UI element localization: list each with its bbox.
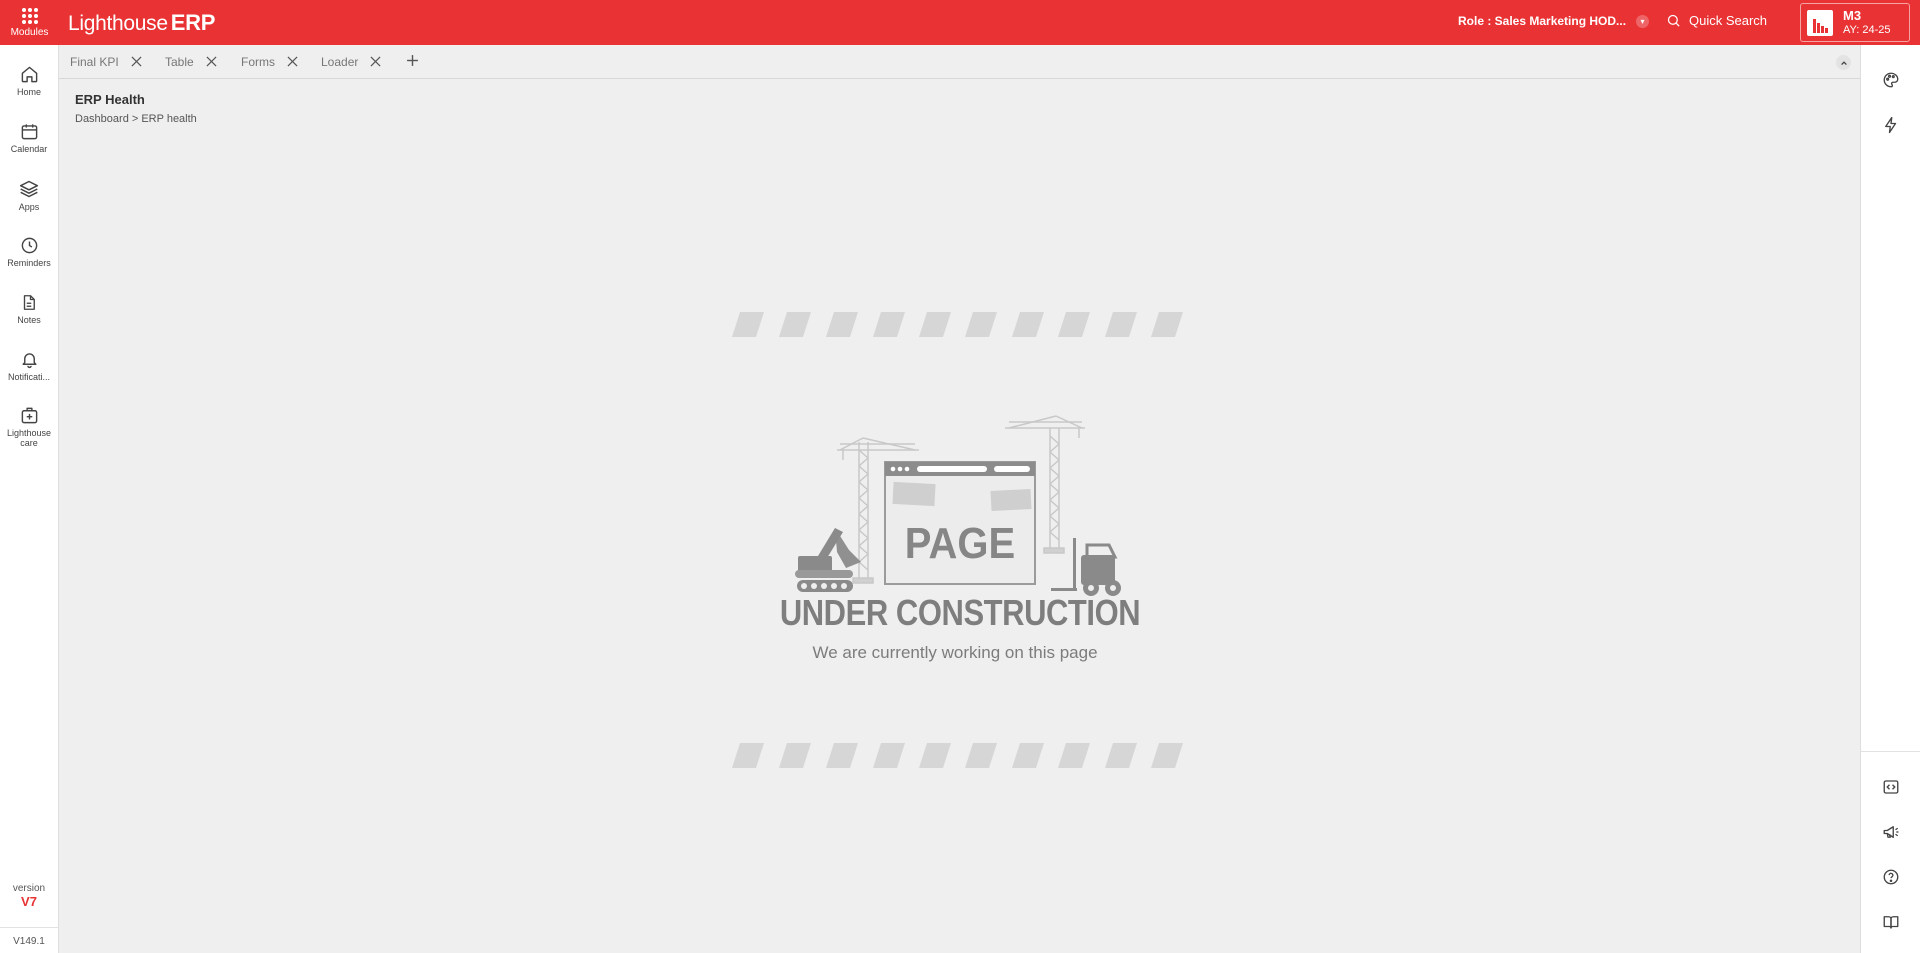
build-number: V149.1 <box>0 927 58 947</box>
book-icon <box>1883 916 1898 929</box>
sidebar-item-label: Home <box>16 87 41 97</box>
theme-button[interactable] <box>1861 71 1920 89</box>
sidebar-item-lighthouse-care[interactable]: Lighthouse care <box>0 406 58 449</box>
rail-divider <box>1861 751 1920 752</box>
forklift-icon <box>1051 538 1121 596</box>
sidebar-item-calendar[interactable]: Calendar <box>0 122 58 154</box>
tab-bar: Final KPI Table Forms Loader <box>59 45 1860 79</box>
lightning-icon <box>1884 116 1896 134</box>
company-switcher[interactable]: M3 AY: 24-25 <box>1800 3 1910 42</box>
megaphone-icon <box>1883 826 1898 838</box>
grid-icon <box>21 7 38 24</box>
app-logo[interactable]: Lighthouse ERP <box>68 10 215 36</box>
tab-label: Forms <box>241 54 275 69</box>
help-icon <box>1883 869 1898 885</box>
under-construction-illustration: PAGE <box>732 312 1183 768</box>
tab-label: Loader <box>321 54 359 69</box>
medical-plus-icon <box>21 407 37 424</box>
company-logo <box>1807 9 1833 36</box>
bell-icon <box>21 353 37 369</box>
tab-forms[interactable]: Forms <box>241 45 298 78</box>
chevron-up-icon <box>1840 60 1847 65</box>
help-button[interactable] <box>1861 868 1920 886</box>
logo-text: Lighthouse <box>68 12 168 35</box>
hazard-stripes-bottom <box>732 743 1183 768</box>
close-icon[interactable] <box>287 56 298 67</box>
search-icon <box>1667 14 1680 27</box>
logo-erp: ERP <box>170 10 216 35</box>
browser-window: PAGE <box>884 461 1036 585</box>
top-bar: Modules Lighthouse ERP Role : Sales Marke… <box>0 0 1920 45</box>
quick-search-label: Quick Search <box>1689 13 1768 28</box>
collapse-button[interactable] <box>1836 55 1851 70</box>
right-rail <box>1860 45 1920 953</box>
announcements-button[interactable] <box>1861 823 1920 841</box>
version-label: version <box>12 883 46 894</box>
left-sidebar: Home Calendar Apps Reminders Notes Notif… <box>0 45 59 953</box>
page-title: ERP Health <box>75 92 145 107</box>
sidebar-item-label: Calendar <box>10 144 48 154</box>
sidebar-item-apps[interactable]: Apps <box>0 179 58 212</box>
sidebar-item-label: Notificati... <box>7 372 50 382</box>
breadcrumb[interactable]: Dashboard > ERP health <box>75 113 197 125</box>
plus-icon <box>407 55 418 66</box>
tab-label: Table <box>165 54 194 69</box>
sidebar-item-notes[interactable]: Notes <box>0 293 58 325</box>
docs-button[interactable] <box>1861 913 1920 931</box>
quick-actions-button[interactable] <box>1861 116 1920 134</box>
version-info: version V7 <box>0 883 58 909</box>
code-icon <box>1883 780 1898 794</box>
palette-icon <box>1883 72 1898 88</box>
role-selector[interactable]: Role : Sales Marketing HOD... ▾ <box>1458 14 1650 28</box>
excavator-icon <box>795 528 861 592</box>
calendar-icon <box>21 124 37 140</box>
illustration-word: PAGE <box>905 519 1015 568</box>
sidebar-item-reminders[interactable]: Reminders <box>0 236 58 268</box>
chevron-down-icon: ▾ <box>1636 14 1650 28</box>
developer-button[interactable] <box>1861 778 1920 796</box>
quick-search-button[interactable]: Quick Search <box>1666 13 1767 28</box>
tab-label: Final KPI <box>70 54 119 69</box>
under-construction-heading: UNDER CONSTRUCTION <box>779 592 1141 633</box>
tab-loader[interactable]: Loader <box>321 45 381 78</box>
close-icon[interactable] <box>131 56 142 67</box>
sidebar-item-home[interactable]: Home <box>0 65 58 97</box>
modules-button[interactable]: Modules <box>0 0 59 45</box>
file-icon <box>23 295 35 310</box>
close-icon[interactable] <box>370 56 381 67</box>
home-icon <box>21 66 37 83</box>
close-icon[interactable] <box>206 56 217 67</box>
hazard-stripes-top <box>732 312 1183 337</box>
modules-label: Modules <box>10 26 49 38</box>
sidebar-item-label: Apps <box>18 202 40 212</box>
clock-icon <box>21 237 37 254</box>
role-label: Role : Sales Marketing HOD... <box>1458 14 1627 28</box>
tab-final-kpi[interactable]: Final KPI <box>70 45 142 78</box>
academic-year: AY: 24-25 <box>1843 23 1891 36</box>
tab-table[interactable]: Table <box>165 45 217 78</box>
sidebar-item-label: Notes <box>17 315 41 325</box>
sidebar-item-label: Reminders <box>7 258 51 268</box>
version-value: V7 <box>21 894 37 909</box>
sidebar-item-notifications[interactable]: Notificati... <box>0 350 58 382</box>
company-code: M3 <box>1843 8 1862 24</box>
sidebar-item-label: Lighthouse care <box>6 428 52 449</box>
add-tab-button[interactable] <box>406 54 419 67</box>
under-construction-subheading: We are currently working on this page <box>812 643 1098 662</box>
layers-icon <box>19 180 39 198</box>
